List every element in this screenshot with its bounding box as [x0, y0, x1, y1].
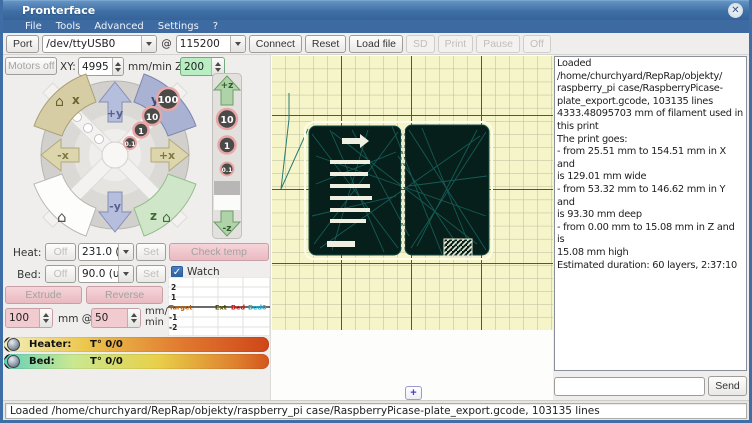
- toolbar: Port /dev/ttyUSB0 @ 115200 Connect Reset…: [3, 33, 749, 55]
- graph-label-ext: Ext: [215, 304, 227, 312]
- window-title: Pronterface: [3, 4, 95, 17]
- home-icon: ⌂: [55, 94, 64, 110]
- bed-gauge-label: Bed:: [29, 356, 55, 367]
- gauge-knob-icon[interactable]: [7, 355, 20, 368]
- xy-distance-100-label: 100: [158, 95, 179, 106]
- menu-help[interactable]: ?: [213, 20, 218, 33]
- check-temp-button[interactable]: Check temp: [169, 243, 269, 261]
- at-label: @: [160, 38, 173, 50]
- minus-x-label: -x: [57, 149, 69, 162]
- statusbar: Loaded /home/churchyard/RepRap/objekty/r…: [3, 400, 749, 420]
- graph-label-bed0: Bed0: [248, 304, 267, 312]
- dropdown-arrow-icon[interactable]: [141, 36, 156, 52]
- titlebar[interactable]: Pronterface ✕: [3, 0, 749, 20]
- zoom-in-button[interactable]: +: [405, 386, 422, 400]
- minus-y-label: -y: [109, 200, 121, 213]
- object-hatched-detail: [444, 239, 472, 257]
- menubar: File Tools Advanced Settings ?: [3, 20, 749, 33]
- minus-z-label: -z: [223, 224, 232, 234]
- dropdown-arrow-icon[interactable]: [230, 36, 245, 52]
- z-distance-0_1-label: 0.1: [222, 167, 233, 174]
- reset-button[interactable]: Reset: [305, 35, 346, 53]
- status-text: Loaded /home/churchyard/RepRap/objekty/r…: [5, 403, 747, 419]
- gcode-canvas[interactable]: [272, 56, 553, 330]
- bed-label: Bed:: [13, 269, 41, 281]
- bed-gauge-value: T° 0/0: [90, 356, 123, 367]
- reverse-button[interactable]: Reverse: [86, 286, 163, 304]
- heat-set-button[interactable]: Set: [136, 243, 166, 261]
- heat-temp-combo[interactable]: 231.0 (: [78, 243, 134, 261]
- jog-dot: [95, 135, 104, 144]
- z-band[interactable]: [214, 195, 240, 210]
- dropdown-arrow-icon[interactable]: [118, 266, 133, 282]
- command-input[interactable]: [554, 377, 705, 396]
- bed-set-button[interactable]: Set: [136, 265, 166, 283]
- plus-z-label: +z: [221, 81, 234, 91]
- bed-gauge[interactable]: Bed: T° 0/0: [4, 354, 269, 369]
- heater-gauge[interactable]: Heater: T° 0/0: [4, 337, 269, 352]
- pronterface-window: Pronterface ✕ File Tools Advanced Settin…: [0, 0, 752, 423]
- home-z-label: z: [150, 209, 157, 223]
- graph-label-target: Target: [169, 304, 192, 312]
- xy-distance-0_1-label: 0.1: [125, 141, 136, 148]
- extrude-unit-label: mm/ min: [145, 306, 168, 328]
- z-distance-1-label: 1: [224, 142, 230, 152]
- menu-file[interactable]: File: [25, 20, 42, 33]
- z-distance-10-label: 10: [220, 115, 234, 126]
- port-combo[interactable]: /dev/ttyUSB0: [42, 35, 157, 53]
- graph-label-bed: Bed: [231, 304, 245, 312]
- extrude-length-spinner[interactable]: 100: [5, 308, 53, 328]
- home-x-label: x: [72, 93, 80, 107]
- log-output[interactable]: Loaded /home/churchyard/RepRap/objekty/ …: [554, 56, 747, 371]
- control-panel: Motors off XY: 4995 mm/min Z: 200: [3, 55, 270, 400]
- menu-advanced[interactable]: Advanced: [94, 20, 143, 33]
- bed-off-button[interactable]: Off: [45, 265, 76, 283]
- plus-y-label: +y: [107, 107, 123, 120]
- gcode-viewer-panel: +: [270, 55, 553, 400]
- heat-label: Heat:: [13, 247, 41, 259]
- baud-combo[interactable]: 115200: [176, 35, 246, 53]
- stepper-arrows-icon[interactable]: [127, 309, 140, 327]
- menu-tools[interactable]: Tools: [56, 20, 81, 33]
- extrude-button[interactable]: Extrude: [5, 286, 82, 304]
- home-icon: ⌂: [162, 210, 171, 226]
- gauge-knob-icon[interactable]: [7, 338, 20, 351]
- dropdown-arrow-icon[interactable]: [118, 244, 133, 260]
- bed-temp-combo[interactable]: 90.0 (u: [78, 265, 134, 283]
- connect-button[interactable]: Connect: [249, 35, 302, 53]
- heater-gauge-value: T° 0/0: [90, 339, 123, 350]
- port-button[interactable]: Port: [6, 35, 39, 53]
- xy-jog-pad[interactable]: ⌂ x y ⌂ ⌂ z ⌂ +y -y -x +x 100: [13, 70, 209, 242]
- extrude-speed-spinner[interactable]: 50: [91, 308, 141, 328]
- sd-button: SD: [406, 35, 435, 53]
- heat-off-button[interactable]: Off: [45, 243, 76, 261]
- graph-tick: -1: [169, 313, 177, 322]
- graph-tick: 1: [171, 293, 176, 302]
- xy-distance-10-label: 10: [146, 113, 159, 123]
- temperature-graph: 2 1 -1 -2 Target Ext Bed Bed0: [168, 277, 270, 336]
- menu-settings[interactable]: Settings: [158, 20, 199, 33]
- graph-tick: 2: [171, 283, 176, 292]
- load-file-button[interactable]: Load file: [349, 35, 403, 53]
- jog-dot: [84, 124, 93, 133]
- off-button: Off: [523, 35, 551, 53]
- pause-button: Pause: [476, 35, 520, 53]
- xy-distance-1-label: 1: [138, 127, 144, 136]
- send-button[interactable]: Send: [708, 376, 747, 396]
- graph-tick: -2: [169, 323, 177, 332]
- home-icon: ⌂: [57, 208, 67, 226]
- z-jog-column[interactable]: +z 10 1 0.1 -z: [212, 73, 242, 239]
- stepper-arrows-icon[interactable]: [39, 309, 52, 327]
- z-band-selected[interactable]: [214, 181, 240, 195]
- close-icon[interactable]: ✕: [728, 3, 743, 18]
- heater-gauge-label: Heater:: [29, 339, 71, 350]
- mm-at-label: mm @: [58, 313, 92, 325]
- plus-x-label: +x: [159, 149, 175, 162]
- print-button: Print: [438, 35, 474, 53]
- console-panel: Loaded /home/churchyard/RepRap/objekty/ …: [553, 55, 749, 400]
